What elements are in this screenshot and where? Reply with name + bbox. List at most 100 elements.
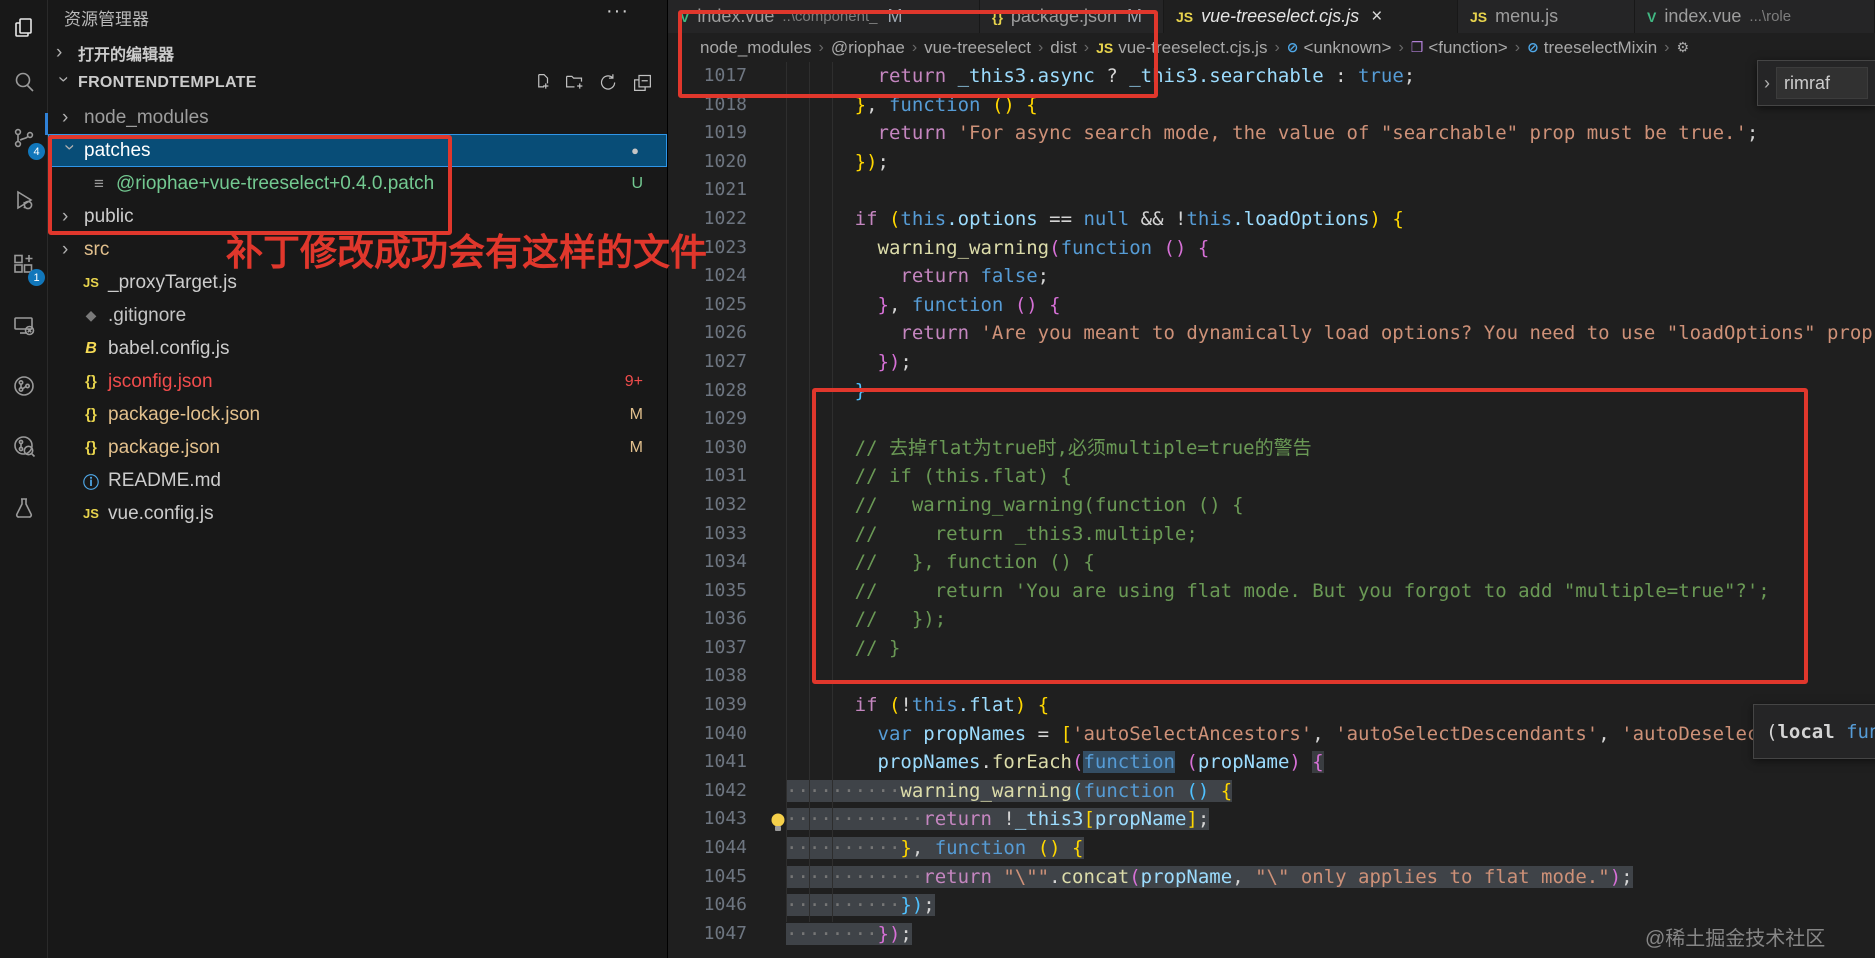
code-token: warning_warning (877, 236, 1050, 259)
breadcrumb-item-icon[interactable]: ⚙ (1677, 39, 1690, 56)
line-number[interactable]: 1045 (668, 863, 747, 892)
flask-icon[interactable] (0, 484, 48, 532)
code-editor[interactable]: 1017 return _this3.async ? _this3.search… (668, 62, 1875, 958)
line-number[interactable]: 1037 (668, 634, 747, 663)
tree-item-package-lock-json[interactable]: {} package-lock.json M (48, 398, 667, 431)
code-token: // } (786, 636, 901, 659)
tree-item-src[interactable]: › src (48, 233, 667, 266)
tree-item--gitignore[interactable]: ◆ .gitignore (48, 299, 667, 332)
tab-menu-js[interactable]: JS menu.js (1458, 0, 1635, 33)
collapse-all-icon[interactable] (632, 72, 653, 98)
refresh-icon[interactable] (598, 72, 619, 98)
breadcrumb-item-vue-treeselect-cjs-js[interactable]: JS vue-treeselect.cjs.js (1096, 38, 1267, 58)
breadcrumb-item-dist[interactable]: dist (1050, 38, 1076, 58)
line-number[interactable]: 1033 (668, 520, 747, 549)
line-number[interactable]: 1034 (668, 548, 747, 577)
line-number[interactable]: 1030 (668, 434, 747, 463)
find-input[interactable] (1776, 67, 1868, 99)
line-number[interactable]: 1046 (668, 891, 747, 920)
line-number[interactable]: 1038 (668, 662, 747, 691)
line-number[interactable]: 1044 (668, 834, 747, 863)
tree-item-node-modules[interactable]: › node_modules (48, 101, 667, 134)
line-number[interactable]: 1039 (668, 691, 747, 720)
code-token: propName (1140, 865, 1233, 888)
line-content: ············return "\"".concat(propName,… (786, 863, 1633, 892)
line-number[interactable]: 1032 (668, 491, 747, 520)
find-expand-icon[interactable]: › (1764, 73, 1770, 94)
tree-item--riophae-vue-treeselect-0-4-0-patch[interactable]: ≡ @riophae+vue-treeselect+0.4.0.patch U (48, 167, 667, 200)
line-number[interactable]: 1036 (668, 605, 747, 634)
tree-item-babel-config-js[interactable]: Bbabel.config.js (48, 332, 667, 365)
line-number[interactable]: 1031 (668, 462, 747, 491)
line-number[interactable]: 1043 (668, 805, 747, 834)
line-number[interactable]: 1019 (668, 119, 747, 148)
tree-item-vue-config-js[interactable]: JS vue.config.js (48, 497, 667, 530)
code-token: ! (1003, 808, 1015, 831)
hover-tooltip: (local function)(propName: string): void (1753, 704, 1875, 759)
breadcrumb-item--riophae[interactable]: @riophae (831, 38, 905, 58)
line-number[interactable]: 1040 (668, 720, 747, 749)
code-token: 'autoSelectDescendants' (1335, 722, 1599, 745)
close-icon[interactable]: × (1371, 6, 1382, 28)
code-line-1027: 1027 }); (668, 348, 1875, 377)
tab-index-vue[interactable]: Vindex.vue ...\role (1635, 0, 1875, 33)
line-number[interactable]: 1027 (668, 348, 747, 377)
new-file-icon[interactable] (530, 72, 551, 98)
tab-index-vue[interactable]: Vindex.vue ..\component_ M (668, 0, 980, 33)
tree-item-readme-md[interactable]: ⓘ README.md (48, 464, 667, 497)
extensions-icon[interactable]: 1 (0, 240, 48, 288)
line-number[interactable]: 1029 (668, 405, 747, 434)
code-token: function (888, 93, 981, 116)
new-folder-icon[interactable] (564, 72, 585, 98)
search-icon[interactable] (0, 58, 48, 106)
breadcrumb-item--function-[interactable]: ❒ <function> (1411, 38, 1508, 58)
breadcrumb-text: dist (1050, 37, 1077, 57)
tab-package-json[interactable]: {} package.json M (980, 0, 1164, 33)
line-number[interactable]: 1028 (668, 377, 747, 406)
watermark: @稀土掘金技术社区 (1645, 928, 1826, 950)
line-number[interactable]: 1047 (668, 920, 747, 949)
gitlens-icon[interactable] (0, 422, 48, 470)
explorer-title: 资源管理器 (64, 9, 149, 29)
breadcrumb-item-treeselectmixin[interactable]: ⊘ treeselectMixin (1527, 38, 1657, 58)
files-icon[interactable] (0, 4, 48, 52)
selection: ············return "\"".concat(propName,… (786, 865, 1633, 888)
open-editors-section[interactable]: › 打开的编辑器 (48, 38, 667, 68)
line-content: warning_warning(function () { (786, 234, 1210, 263)
line-number[interactable]: 1024 (668, 262, 747, 291)
tab-vue-treeselect-cjs-js[interactable]: JS vue-treeselect.cjs.js × (1164, 0, 1458, 33)
lightbulb-icon[interactable] (768, 812, 788, 834)
tree-item--proxytarget-js[interactable]: JS _proxyTarget.js (48, 266, 667, 299)
line-number[interactable]: 1017 (668, 62, 747, 91)
line-number[interactable]: 1022 (668, 205, 747, 234)
remote-icon[interactable] (0, 302, 48, 350)
breadcrumb-text: <function> (1428, 37, 1508, 57)
line-number[interactable]: 1021 (668, 176, 747, 205)
tree-item-jsconfig-json[interactable]: {} jsconfig.json 9+ (48, 365, 667, 398)
code-line-1023: 1023 warning_warning(function () { (668, 234, 1875, 263)
run-debug-icon[interactable] (0, 176, 48, 224)
tree-item-public[interactable]: › public (48, 200, 667, 233)
line-number[interactable]: 1042 (668, 777, 747, 806)
git-graph-icon[interactable] (0, 362, 48, 410)
line-number[interactable]: 1020 (668, 148, 747, 177)
line-number[interactable]: 1026 (668, 319, 747, 348)
breadcrumb-item-vue-treeselect[interactable]: vue-treeselect (924, 38, 1031, 58)
code-line-1032: 1032 // warning_warning(function () { (668, 491, 1875, 520)
source-control-icon[interactable]: 4 (0, 114, 48, 162)
line-number[interactable]: 1035 (668, 577, 747, 606)
line-number[interactable]: 1023 (668, 234, 747, 263)
line-number[interactable]: 1025 (668, 291, 747, 320)
breadcrumb-item-node-modules[interactable]: node_modules (700, 38, 812, 58)
tree-item-package-json[interactable]: {} package.json M (48, 431, 667, 464)
line-number[interactable]: 1018 (668, 91, 747, 120)
code-line-1042: 1042 ··········warning_warning(function (… (668, 777, 1875, 806)
more-actions-icon[interactable]: ··· (606, 0, 629, 23)
tree-item-patches[interactable]: › patches ● (48, 134, 667, 167)
line-number[interactable]: 1041 (668, 748, 747, 777)
explorer-sidebar: 资源管理器 ··· › 打开的编辑器 › FRONTENDTEMPLATE › n… (48, 0, 668, 958)
chevron-right-icon: › (62, 205, 69, 227)
breadcrumb-item--unknown-[interactable]: ⊘ <unknown> (1287, 38, 1392, 58)
code-token: ; (1746, 122, 1759, 145)
